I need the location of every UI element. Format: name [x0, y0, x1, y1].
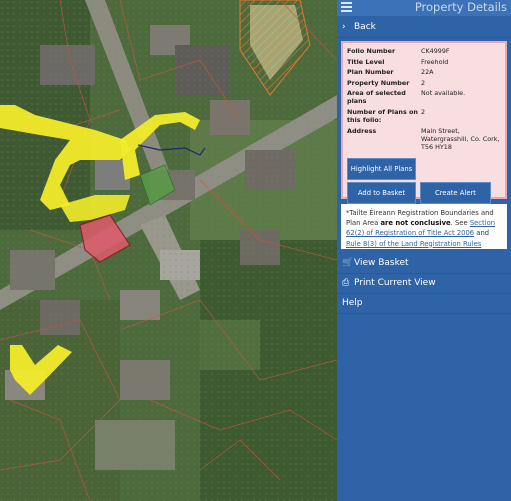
view-basket-label: View Basket: [354, 258, 409, 268]
panel-menu: 🛒 View Basket ⎙ Print Current View Help: [337, 254, 511, 314]
detail-value: 2: [421, 107, 426, 116]
table-row: Number of Plans on this folio: 2: [346, 107, 502, 126]
detail-value: Not available.: [421, 89, 466, 98]
notice-and: and: [474, 229, 490, 238]
help-label: Help: [342, 298, 363, 308]
add-to-basket-button[interactable]: Add to Basket: [347, 182, 416, 204]
highlight-all-plans-button[interactable]: Highlight All Plans: [347, 158, 416, 180]
property-details-card: Folio Number CK4999F Title Level Freehold …: [341, 41, 507, 204]
map-view[interactable]: [0, 0, 337, 501]
notice-bold: are not conclusive: [380, 219, 451, 228]
detail-value: 2: [421, 78, 426, 87]
detail-key: Area of selected plans: [347, 89, 406, 106]
table-row: Property Number 2: [346, 78, 502, 89]
details-table: Folio Number CK4999F Title Level Freehold …: [346, 46, 502, 152]
table-row: Area of selected plans Not available.: [346, 88, 502, 107]
disclaimer-notice: *Tailte Éireann Registration Boundaries …: [341, 204, 507, 258]
detail-key: Title Level: [347, 57, 385, 66]
detail-value: Freehold: [421, 57, 449, 66]
table-row: Title Level Freehold: [346, 57, 502, 68]
aerial-map[interactable]: [0, 0, 337, 501]
print-view-label: Print Current View: [354, 278, 436, 288]
chevron-right-icon: ›: [342, 22, 346, 32]
view-basket-button[interactable]: 🛒 View Basket: [337, 254, 511, 274]
detail-key: Property Number: [347, 78, 410, 87]
panel-title: Property Details: [414, 0, 507, 14]
detail-value: CK4999F: [421, 47, 450, 55]
table-row: Plan Number 22A: [346, 67, 502, 78]
back-button[interactable]: › Back: [337, 18, 511, 38]
detail-value: Main Street, Watergrasshill, Co. Cork, T…: [421, 126, 500, 151]
table-row: Address Main Street, Watergrasshill, Co. …: [346, 126, 502, 153]
notice-mid: . See: [450, 219, 470, 228]
back-label: Back: [354, 22, 376, 32]
help-button[interactable]: Help: [337, 294, 511, 314]
property-details-panel: Property Details › Back Folio Number CK49…: [337, 0, 511, 501]
detail-key: Address: [347, 126, 377, 135]
detail-key: Plan Number: [347, 68, 394, 77]
print-current-view-button[interactable]: ⎙ Print Current View: [337, 274, 511, 294]
detail-key: Folio Number: [347, 47, 396, 55]
menu-icon[interactable]: [341, 2, 352, 13]
printer-icon: ⎙: [342, 278, 350, 288]
detail-value: 22A: [421, 68, 434, 77]
table-row: Folio Number CK4999F: [346, 46, 502, 57]
create-alert-button[interactable]: Create Alert: [420, 182, 491, 204]
cart-icon: 🛒: [342, 258, 354, 268]
detail-key: Number of Plans on this folio:: [347, 107, 418, 124]
panel-header: Property Details: [337, 0, 511, 16]
